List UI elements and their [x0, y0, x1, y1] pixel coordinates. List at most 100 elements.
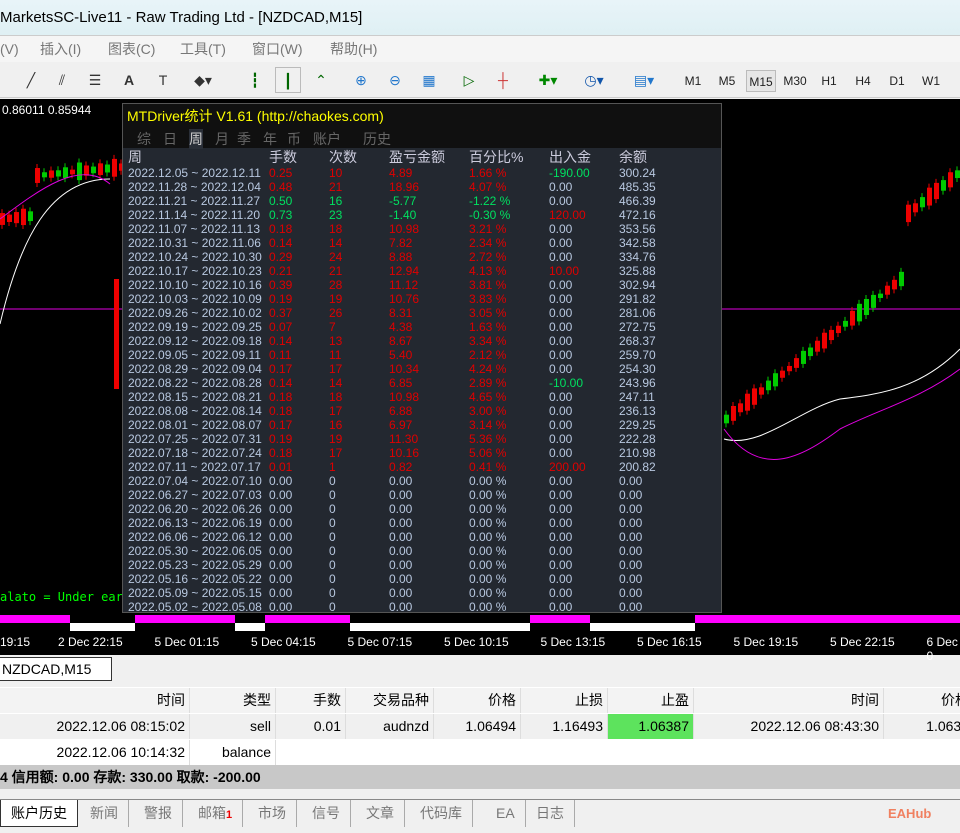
stats-cell: 2022.09.05 ~ 2022.09.11	[128, 348, 261, 362]
stats-header-cell: 出入金	[549, 149, 591, 165]
text-label-icon[interactable]: T	[152, 67, 174, 93]
panel-tab-2[interactable]: 周	[189, 129, 203, 149]
terminal-tab-2[interactable]: 警报	[134, 800, 183, 827]
chart-tab-nzdcad[interactable]: NZDCAD,M15	[0, 657, 112, 681]
bar-chart-icon[interactable]: ┇	[242, 67, 268, 93]
menu-bar: (V) 插入(I) 图表(C) 工具(T) 窗口(W) 帮助(H)	[0, 36, 960, 62]
candle-body	[871, 294, 876, 308]
periods-clock-icon[interactable]: ◷▾	[576, 67, 612, 93]
terminal-tab-5[interactable]: 信号	[302, 800, 351, 827]
candlestick-icon[interactable]: ┃	[275, 67, 301, 93]
stats-cell: 21	[329, 264, 343, 278]
line-tool-icon[interactable]: ╱	[20, 67, 42, 93]
text-tool-icon[interactable]: A	[118, 67, 140, 93]
panel-tab-0[interactable]: 综	[137, 129, 151, 149]
terminal-tab-4[interactable]: 市场	[248, 800, 297, 827]
session-segment	[590, 623, 695, 631]
toolbar: ╱ ⫽ ☰ A T ◆▾ ┇ ┃ ⌃ ⊕ ⊖ ▦ ▷ ┼ ✚▾ ◷▾ ▤▾ M1…	[0, 62, 960, 98]
menu-help[interactable]: 帮助(H)	[330, 36, 377, 62]
stats-header-cell: 盈亏金额	[389, 149, 445, 165]
stats-cell: 23	[329, 208, 343, 222]
terminal-tab-6[interactable]: 文章	[356, 800, 405, 827]
terminal-tab-9[interactable]: 日志	[526, 800, 575, 827]
timeframe-w1[interactable]: W1	[916, 70, 946, 92]
stats-cell: 0.00	[549, 432, 573, 446]
timeframe-d1[interactable]: D1	[882, 70, 912, 92]
panel-tab-1[interactable]: 日	[163, 129, 177, 149]
timeframe-h1[interactable]: H1	[814, 70, 844, 92]
stats-row: 2022.08.01 ~ 2022.08.07 0.17 16 6.97 3.14 % 0…	[123, 418, 721, 432]
candle-body	[906, 204, 911, 223]
timeframe-m30[interactable]: M30	[780, 70, 810, 92]
stats-row: 2022.11.28 ~ 2022.12.04 0.48 21 18.96 4.07 %…	[123, 180, 721, 194]
history-cell	[694, 740, 884, 765]
stats-cell: 2022.09.19 ~ 2022.09.25	[128, 320, 262, 334]
menu-view[interactable]: (V)	[0, 36, 19, 62]
timeframe-m15[interactable]: M15	[746, 70, 776, 92]
add-indicator-icon[interactable]: ✚▾	[530, 67, 566, 93]
stats-cell: 0.14	[269, 334, 293, 348]
candle-body	[857, 303, 862, 322]
line-chart-icon[interactable]: ⌃	[308, 67, 334, 93]
candle-body	[899, 271, 904, 287]
terminal-tab-1[interactable]: 新闻	[80, 800, 129, 827]
stats-cell: 16	[329, 418, 343, 432]
menu-window[interactable]: 窗口(W)	[252, 36, 303, 62]
stats-cell: 291.82	[619, 292, 656, 306]
auto-scroll-icon[interactable]: ▷	[456, 67, 482, 93]
candle-body	[28, 211, 33, 222]
stats-cell: 6.97	[389, 418, 413, 432]
stats-cell: 0.00 %	[469, 516, 507, 530]
timeframe-h4[interactable]: H4	[848, 70, 878, 92]
zoom-out-icon[interactable]: ⊖	[382, 67, 408, 93]
stats-header-row: 周 手数 次数 盈亏金额 百分比% 出入金 余额	[123, 148, 721, 166]
panel-tab-8[interactable]: 历史	[363, 129, 391, 149]
menu-insert[interactable]: 插入(I)	[40, 36, 81, 62]
templates-icon[interactable]: ▤▾	[624, 67, 664, 93]
menu-tools[interactable]: 工具(T)	[180, 36, 226, 62]
stats-row: 2022.09.05 ~ 2022.09.11 0.11 11 5.40 2.12 % 0…	[123, 348, 721, 362]
panel-tab-7[interactable]: 账户	[313, 129, 341, 149]
stats-cell: 17	[329, 404, 343, 418]
candle-body	[731, 405, 736, 421]
panel-tab-6[interactable]: 币	[287, 129, 301, 149]
stats-cell: 0.00	[269, 544, 293, 558]
terminal-tab-3[interactable]: 邮箱1	[188, 800, 244, 827]
price-info: 0.86011 0.85944	[2, 103, 92, 117]
stats-cell: 0	[329, 530, 336, 544]
chart-shift-icon[interactable]: ┼	[490, 67, 516, 93]
magenta-ma-line	[723, 368, 960, 460]
stats-cell: -190.00	[549, 166, 590, 180]
history-cell: 时间	[0, 688, 190, 713]
stats-cell: 0.17	[269, 362, 293, 376]
stats-cell: 3.21 %	[469, 222, 507, 236]
history-cell	[276, 740, 346, 765]
timeframe-m1[interactable]: M1	[678, 70, 708, 92]
fibonacci-icon[interactable]: ⫽	[50, 67, 74, 93]
menu-charts[interactable]: 图表(C)	[108, 36, 155, 62]
zoom-in-icon[interactable]: ⊕	[348, 67, 374, 93]
terminal-tab-8[interactable]: EA	[486, 800, 526, 827]
stats-cell: 10.00	[549, 264, 580, 278]
terminal-tab-7[interactable]: 代码库	[410, 800, 473, 827]
terminal-tab-0[interactable]: 账户历史	[0, 800, 78, 827]
panel-tab-3[interactable]: 月	[215, 129, 229, 149]
stats-cell: 2022.11.07 ~ 2022.11.13	[128, 222, 261, 236]
timeframe-m5[interactable]: M5	[712, 70, 742, 92]
tile-windows-icon[interactable]: ▦	[416, 67, 442, 93]
stats-cell: 0	[329, 558, 336, 572]
stats-cell: 10.76	[389, 292, 420, 306]
candle-body	[752, 388, 757, 405]
stats-cell: -5.77	[389, 194, 417, 208]
arrows-dropdown-icon[interactable]: ◆▾	[186, 67, 220, 93]
fibo-fan-icon[interactable]: ☰	[84, 67, 106, 93]
stats-cell: 0.00	[269, 488, 293, 502]
panel-tab-5[interactable]: 年	[263, 129, 277, 149]
stats-cell: 4.89	[389, 166, 413, 180]
stats-row: 2022.10.31 ~ 2022.11.06 0.14 14 7.82 2.34 % 0…	[123, 236, 721, 250]
panel-tab-4[interactable]: 季	[237, 129, 251, 149]
stats-cell: 5.40	[389, 348, 413, 362]
candle-body	[843, 320, 848, 327]
candle-body	[21, 208, 26, 226]
stats-header-cell: 周	[128, 149, 142, 165]
